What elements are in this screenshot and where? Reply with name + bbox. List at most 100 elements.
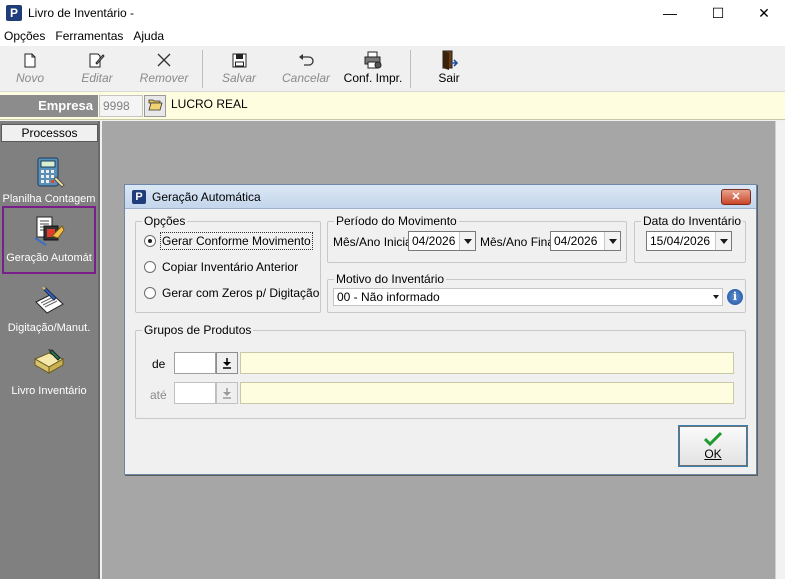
- periodo-group-title: Período do Movimento: [334, 214, 459, 228]
- radio-button[interactable]: [144, 287, 156, 299]
- save-disk-icon: [228, 50, 250, 70]
- sidebar-item-livro-inventario[interactable]: Livro Inventário: [2, 341, 96, 409]
- mes-ano-inicial-select[interactable]: 04/2026: [408, 231, 476, 251]
- remover-button[interactable]: Remover: [139, 50, 189, 90]
- sidebar-item-label: Geração Automát: [6, 252, 92, 264]
- data-inventario-value: 15/04/2026: [650, 234, 711, 248]
- info-icon[interactable]: i: [727, 289, 743, 305]
- dialog-close-button[interactable]: ✕: [721, 189, 751, 205]
- mes-ano-inicial-value: 04/2026: [412, 234, 456, 248]
- calculator-icon: [32, 155, 66, 189]
- grupo-de-lookup-button[interactable]: [216, 352, 238, 374]
- conf-impr-button[interactable]: Conf. Impr.: [342, 50, 404, 90]
- app-logo-icon: P: [132, 189, 146, 204]
- printer-config-icon: [362, 50, 384, 70]
- conf-impr-label: Conf. Impr.: [343, 71, 403, 85]
- salvar-label: Salvar: [222, 71, 257, 85]
- sair-label: Sair: [438, 71, 460, 85]
- sidebar-item-geracao-automatica[interactable]: Geração Automát: [2, 206, 96, 274]
- radio-label: Gerar com Zeros p/ Digitação: [162, 286, 320, 300]
- grupo-ate-code-input[interactable]: [174, 382, 216, 404]
- toolbar-separator: [410, 50, 411, 88]
- vertical-scrollbar[interactable]: [775, 121, 785, 579]
- minimize-button[interactable]: —: [647, 0, 693, 26]
- dropdown-arrow-icon[interactable]: [715, 232, 731, 250]
- grupos-produtos-group-title: Grupos de Produtos: [142, 323, 254, 337]
- undo-arrow-icon: [295, 50, 317, 70]
- remover-label: Remover: [139, 71, 189, 85]
- exit-door-icon: [438, 50, 460, 70]
- dropdown-arrow-icon[interactable]: [710, 289, 722, 305]
- processos-header: Processos: [1, 124, 98, 142]
- sair-button[interactable]: Sair: [434, 50, 464, 90]
- opcoes-group: Opções Gerar Conforme Movimento Copiar I…: [135, 214, 321, 313]
- sidebar-item-digitacao-manut[interactable]: Digitação/Manut.: [2, 278, 96, 346]
- maximize-icon: ☐: [711, 4, 725, 21]
- ok-label: OK: [704, 447, 722, 461]
- empresa-row: Empresa 9998 LUCRO REAL: [0, 92, 785, 120]
- dialog-titlebar[interactable]: P Geração Automática ✕: [125, 185, 756, 209]
- menubar: Opções Ferramentas Ajuda: [0, 26, 785, 46]
- radio-copiar-inventario-anterior[interactable]: Copiar Inventário Anterior: [144, 260, 298, 274]
- radio-label: Copiar Inventário Anterior: [162, 260, 299, 274]
- empresa-code-field[interactable]: 9998: [99, 95, 143, 117]
- grupo-ate-lookup-button[interactable]: [216, 382, 238, 404]
- opcoes-group-title: Opções: [142, 214, 188, 228]
- toolbar-separator: [202, 50, 203, 88]
- checkmark-icon: [704, 431, 722, 447]
- mes-ano-inicial-label: Mês/Ano Inicial: [333, 235, 415, 249]
- toolbar: Novo Editar Remover Salvar Cancelar Conf…: [0, 46, 785, 92]
- radio-button[interactable]: [144, 261, 156, 273]
- dropdown-arrow-icon[interactable]: [459, 232, 475, 250]
- sidebar-item-label: Digitação/Manut.: [7, 322, 91, 334]
- editar-label: Editar: [81, 71, 113, 85]
- radio-gerar-com-zeros[interactable]: Gerar com Zeros p/ Digitação: [144, 286, 319, 300]
- close-icon: ✕: [731, 191, 741, 203]
- cancelar-label: Cancelar: [281, 71, 331, 85]
- empresa-name: LUCRO REAL: [171, 97, 248, 111]
- motivo-select[interactable]: 00 - Não informado: [333, 288, 723, 306]
- grupo-de-code-input[interactable]: [174, 352, 216, 374]
- geracao-automatica-dialog: P Geração Automática ✕ Opções Gerar Conf…: [124, 184, 757, 475]
- mes-ano-final-select[interactable]: 04/2026: [550, 231, 621, 251]
- sidebar-item-label: Livro Inventário: [11, 385, 87, 397]
- menu-ferramentas[interactable]: Ferramentas: [51, 29, 127, 43]
- book-icon: [32, 347, 66, 381]
- editar-button[interactable]: Editar: [80, 50, 114, 90]
- download-arrow-icon: [223, 387, 231, 399]
- motivo-group: Motivo do Inventário 00 - Não informado …: [327, 272, 746, 313]
- cancelar-button[interactable]: Cancelar: [282, 50, 330, 90]
- novo-button[interactable]: Novo: [14, 50, 46, 90]
- dialog-title: Geração Automática: [152, 189, 261, 204]
- grupos-produtos-group: Grupos de Produtos de até: [135, 323, 746, 419]
- ok-button[interactable]: OK: [678, 425, 748, 467]
- motivo-value: 00 - Não informado: [337, 290, 440, 304]
- processos-panel: Processos Planilha Contagem Geração Auto…: [0, 121, 100, 579]
- data-inventario-group-title: Data do Inventário: [641, 214, 744, 228]
- menu-opcoes[interactable]: Opções: [0, 29, 49, 43]
- maximize-button[interactable]: ☐: [695, 0, 741, 26]
- radio-gerar-conforme-movimento[interactable]: Gerar Conforme Movimento: [144, 232, 313, 250]
- info-glyph: i: [732, 290, 738, 303]
- window-title: Livro de Inventário -: [28, 6, 135, 20]
- novo-label: Novo: [15, 71, 44, 85]
- data-inventario-picker[interactable]: 15/04/2026: [646, 231, 732, 251]
- dropdown-arrow-icon[interactable]: [604, 232, 620, 250]
- salvar-button[interactable]: Salvar: [222, 50, 256, 90]
- radio-button[interactable]: [144, 235, 156, 247]
- de-label: de: [152, 357, 166, 371]
- mes-ano-final-value: 04/2026: [554, 234, 598, 248]
- motivo-group-title: Motivo do Inventário: [334, 272, 447, 286]
- app-logo-icon: P: [6, 5, 22, 21]
- sidebar-item-label: Planilha Contagem: [2, 193, 96, 205]
- auto-generate-icon: [32, 214, 66, 248]
- close-icon: ✕: [758, 4, 770, 21]
- empresa-label: Empresa: [0, 95, 98, 117]
- menu-ajuda[interactable]: Ajuda: [129, 29, 168, 43]
- edit-document-icon: [86, 50, 108, 70]
- grupo-de-name-field: [240, 352, 734, 374]
- empresa-lookup-button[interactable]: [144, 95, 166, 117]
- typing-icon: [32, 284, 66, 318]
- close-window-button[interactable]: ✕: [741, 0, 785, 26]
- ate-label: até: [150, 388, 167, 402]
